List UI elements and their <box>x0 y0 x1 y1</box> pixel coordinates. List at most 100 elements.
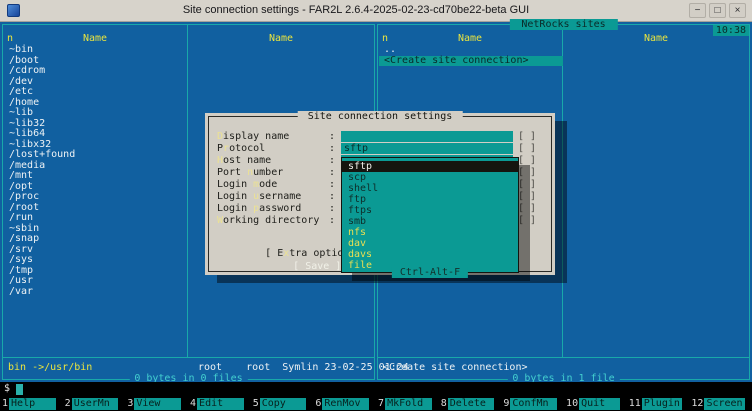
label-post: ost name <box>223 155 271 166</box>
parent-dir-item[interactable]: .. <box>379 45 563 56</box>
fkey-number: 5 <box>251 397 260 411</box>
file-item[interactable]: /mnt <box>9 171 185 182</box>
column-separator <box>187 25 188 358</box>
fkey-label: Screen <box>704 398 745 410</box>
label-post: sername <box>259 191 301 202</box>
fkey-2[interactable]: 2UserMn <box>63 397 126 411</box>
protocol-option-shell[interactable]: shell <box>342 183 518 194</box>
fkey-number: 1 <box>0 397 9 411</box>
field-label: Display name <box>217 131 329 142</box>
file-item[interactable]: /cdrom <box>9 66 185 77</box>
fkey-4[interactable]: 4Edit <box>188 397 251 411</box>
field-label: Protocol <box>217 143 329 154</box>
fkey-1[interactable]: 1Help <box>0 397 63 411</box>
fkey-label: Help <box>9 398 56 410</box>
protocol-input[interactable]: sftp <box>341 143 513 154</box>
fkey-5[interactable]: 5Copy <box>251 397 314 411</box>
fkey-3[interactable]: 3View <box>125 397 188 411</box>
label-colon: : <box>329 191 341 202</box>
file-item[interactable]: /var <box>9 287 185 298</box>
fkey-11[interactable]: 11Plugin <box>627 397 690 411</box>
label-pre: Login <box>217 179 253 190</box>
fkey-12[interactable]: 12Screen <box>689 397 752 411</box>
fkey-number: 11 <box>627 397 642 411</box>
command-line[interactable]: $ <box>0 382 752 397</box>
label-colon: : <box>329 167 341 178</box>
label-post: otocol <box>229 143 265 154</box>
protocol-dropdown: Ctrl-Alt-F sftpscpshellftpftpssmbnfsdavd… <box>341 157 519 273</box>
protocol-option-nfs[interactable]: nfs <box>342 227 518 238</box>
file-list: ~bin/boot/cdrom/dev/etc/home~lib~lib32~l… <box>9 45 185 297</box>
maximize-icon[interactable]: □ <box>709 3 726 18</box>
dropdown-hint: Ctrl-Alt-F <box>392 267 468 278</box>
column-header-name: Name <box>3 33 187 44</box>
fkey-label: MkFold <box>385 398 432 410</box>
fkey-label: Edit <box>197 398 244 410</box>
file-item[interactable]: /run <box>9 213 185 224</box>
fkey-label: RenMov <box>322 398 369 410</box>
protocol-option-dav[interactable]: dav <box>342 238 518 249</box>
fkey-number: 8 <box>439 397 448 411</box>
display-name-input[interactable] <box>341 131 513 142</box>
main-area: n Name Name ~bin/boot/cdrom/dev/etc/home… <box>0 22 752 382</box>
file-item[interactable]: /media <box>9 161 185 172</box>
label-post: umber <box>253 167 283 178</box>
file-item[interactable]: /proc <box>9 192 185 203</box>
fkey-10[interactable]: 10Quit <box>564 397 627 411</box>
file-item[interactable]: /sys <box>9 255 185 266</box>
panel-title: NetRocks sites <box>509 19 617 30</box>
create-site-connection-item[interactable]: <Create site connection> <box>379 56 563 67</box>
label-pre: Port <box>217 167 247 178</box>
protocol-option-smb[interactable]: smb <box>342 216 518 227</box>
label-post: orking directory <box>223 215 319 226</box>
file-item[interactable]: /tmp <box>9 266 185 277</box>
label-post: assword <box>259 203 301 214</box>
label-colon: : <box>329 215 341 226</box>
fkey-number: 7 <box>376 397 385 411</box>
protocol-option-ftp[interactable]: ftp <box>342 194 518 205</box>
file-item[interactable]: /etc <box>9 87 185 98</box>
file-item[interactable]: /usr <box>9 276 185 287</box>
field-label: Host name <box>217 155 329 166</box>
label-post: isplay name <box>223 131 289 142</box>
file-item[interactable]: ~lib64 <box>9 129 185 140</box>
dialog-row-display-name: Display name:[ ] <box>217 131 536 142</box>
label-colon: : <box>329 203 341 214</box>
file-item[interactable]: ~lib <box>9 108 185 119</box>
field-label: Working directory <box>217 215 329 226</box>
label-colon: : <box>329 143 341 154</box>
file-item[interactable]: /snap <box>9 234 185 245</box>
text-cursor <box>16 384 23 395</box>
far2l-window: Site connection settings - FAR2L 2.6.4-2… <box>0 0 752 411</box>
dialog-title: Site connection settings <box>298 111 463 122</box>
fkey-label: UserMn <box>72 398 119 410</box>
protocol-option-ftps[interactable]: ftps <box>342 205 518 216</box>
fkey-label: Plugin <box>642 398 683 410</box>
status-file-info: <Create site connection> <box>383 362 528 373</box>
protocol-option-davs[interactable]: davs <box>342 249 518 260</box>
protocol-option-sftp[interactable]: sftp <box>342 161 518 172</box>
minimize-icon[interactable]: − <box>689 3 706 18</box>
close-icon[interactable]: × <box>729 3 746 18</box>
fkey-9[interactable]: 9ConfMn <box>501 397 564 411</box>
label-pre: Login <box>217 191 253 202</box>
fkey-6[interactable]: 6RenMov <box>313 397 376 411</box>
label-pre: Login <box>217 203 253 214</box>
clock: 10:38 <box>713 25 749 36</box>
file-item[interactable]: ~bin <box>9 45 185 56</box>
fkey-7[interactable]: 7MkFold <box>376 397 439 411</box>
label-post: ode <box>259 179 277 190</box>
label-colon: : <box>329 155 341 166</box>
fkey-label: View <box>134 398 181 410</box>
file-item[interactable]: /srv <box>9 245 185 256</box>
dialog-row-protocol: Protocol:sftp[ ] <box>217 143 536 154</box>
fkey-8[interactable]: 8Delete <box>439 397 502 411</box>
file-item[interactable]: /home <box>9 98 185 109</box>
file-item[interactable]: /dev <box>9 77 185 88</box>
file-item[interactable]: /lost+found <box>9 150 185 161</box>
fkey-number: 12 <box>689 397 704 411</box>
fkey-label: Delete <box>448 398 495 410</box>
label-colon: : <box>329 179 341 190</box>
protocol-option-scp[interactable]: scp <box>342 172 518 183</box>
file-item[interactable]: /root <box>9 203 185 214</box>
